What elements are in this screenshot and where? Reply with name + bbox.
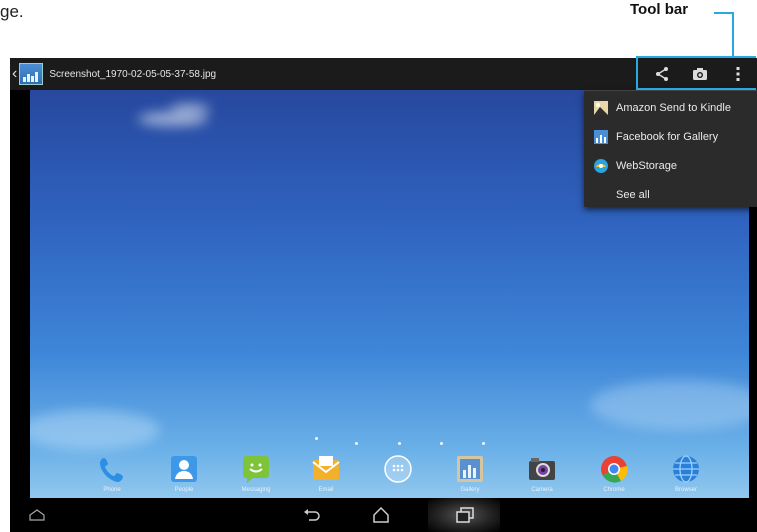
overflow-menu: Amazon Send to Kindle Facebook for Galle… <box>584 90 757 207</box>
menu-item-kindle[interactable]: Amazon Send to Kindle <box>584 93 757 122</box>
toolbar-callout-box <box>636 56 756 90</box>
kindle-icon <box>594 100 608 115</box>
system-nav-bar <box>10 498 757 532</box>
dock-app-label: Camera <box>531 487 553 493</box>
dock-app-email[interactable]: Email <box>296 452 356 502</box>
toolbar-callout-label: Tool bar <box>630 1 689 18</box>
webstorage-icon <box>594 158 608 173</box>
gallery-icon <box>453 452 487 486</box>
image-title: Screenshot_1970-02-05-05-37-58.jpg <box>49 68 217 80</box>
dock-app-phone[interactable]: Phone <box>82 452 142 502</box>
dock-app-people[interactable]: People <box>154 452 214 502</box>
home-icon[interactable] <box>366 502 396 528</box>
all-apps-icon <box>381 452 415 486</box>
gallery-icon <box>594 129 608 144</box>
dock-app-label: Chrome <box>603 487 625 493</box>
menu-item-label: Facebook for Gallery <box>616 130 719 143</box>
dock-app-chrome[interactable]: Chrome <box>584 452 644 502</box>
callout-line <box>732 12 734 58</box>
dock-app-label: Email <box>318 487 334 493</box>
email-icon <box>309 452 343 486</box>
menu-item-facebook-gallery[interactable]: Facebook for Gallery <box>584 122 757 151</box>
back-chevron-icon[interactable]: ‹ <box>12 65 17 83</box>
menu-item-webstorage[interactable]: WebStorage <box>584 151 757 180</box>
menu-item-label: See all <box>616 188 650 201</box>
browser-icon <box>669 452 703 486</box>
dock-app-label: Messaging <box>241 487 271 493</box>
back-icon[interactable] <box>296 502 326 528</box>
gallery-app-icon[interactable] <box>19 63 44 85</box>
dock-app-messaging[interactable]: Messaging <box>226 452 286 502</box>
messaging-icon <box>239 452 273 486</box>
dock-app-camera[interactable]: Camera <box>512 452 572 502</box>
dock-all-apps[interactable] <box>368 452 428 502</box>
callout-line <box>714 12 734 14</box>
menu-item-label: Amazon Send to Kindle <box>616 101 731 114</box>
menu-item-label: WebStorage <box>616 159 677 172</box>
dock-app-label: Phone <box>103 487 121 493</box>
menu-item-see-all[interactable]: See all <box>584 180 757 209</box>
page-indicator <box>30 437 749 446</box>
recent-apps-icon[interactable] <box>450 502 480 528</box>
dock-app-gallery[interactable]: Gallery <box>440 452 500 502</box>
camera-icon <box>525 452 559 486</box>
phone-icon <box>95 452 129 486</box>
page-fragment-text: ge. <box>0 2 24 21</box>
tablet-screen: ‹ Screenshot_1970-02-05-05-37-58.jpg Pho… <box>10 58 757 532</box>
people-icon <box>167 452 201 486</box>
app-dock: Phone People Messaging Email Gallery Cam… <box>30 452 749 502</box>
ime-hide-icon[interactable] <box>22 502 52 528</box>
dock-app-browser[interactable]: Browser <box>656 452 716 502</box>
chrome-icon <box>597 452 631 486</box>
dock-app-label: Browser <box>674 487 697 493</box>
dock-app-label: People <box>174 487 194 493</box>
dock-app-label: Gallery <box>460 487 480 493</box>
